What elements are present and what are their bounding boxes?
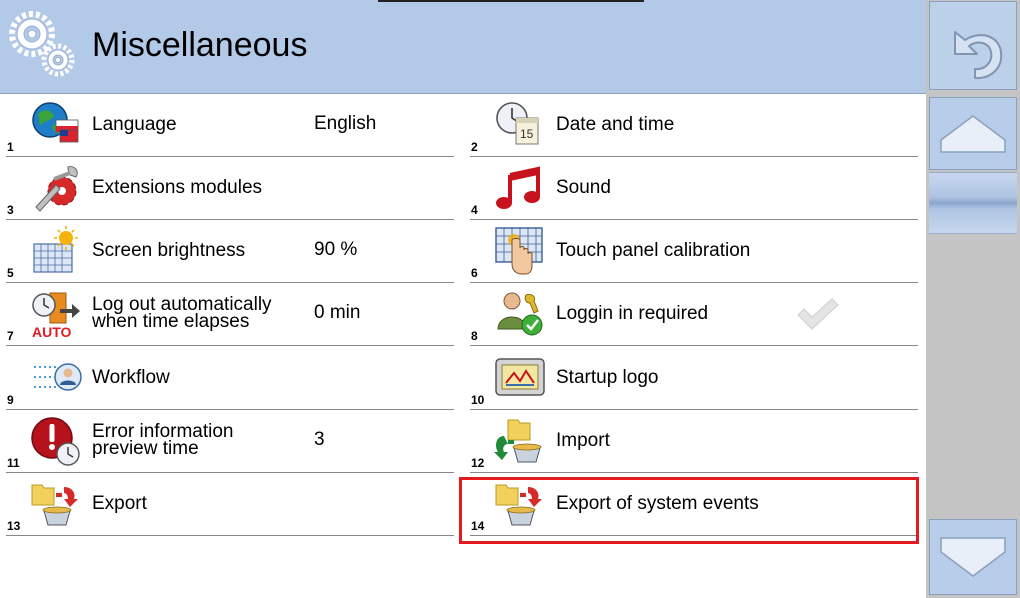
- item-number: 7: [7, 329, 14, 343]
- item-value: 90 %: [314, 239, 358, 260]
- menu-item-language[interactable]: 1 Language English: [6, 94, 454, 157]
- menu-item-touch-calibration[interactable]: 6 Touch panel calibration: [470, 220, 918, 283]
- menu-item-error-preview-time[interactable]: 11 Error information preview time 3: [6, 410, 454, 473]
- selection-highlight: [459, 477, 919, 544]
- item-number: 10: [471, 393, 485, 407]
- item-label: Log out automatically when time elapses: [92, 294, 272, 332]
- item-value: 0 min: [314, 302, 361, 323]
- auto-badge: AUTO: [32, 324, 72, 339]
- item-label: Extensions modules: [92, 176, 263, 198]
- item-label: Loggin in required: [556, 302, 709, 324]
- item-number: 6: [471, 266, 478, 280]
- item-number: 4: [471, 203, 478, 217]
- item-label: Export: [92, 492, 147, 514]
- menu-item-workflow[interactable]: 9 Workflow: [6, 347, 454, 410]
- checkmark-icon[interactable]: [796, 297, 840, 338]
- item-label: Error information preview time: [92, 421, 234, 459]
- menu-item-export[interactable]: 13 Export: [6, 473, 454, 536]
- menu-item-screen-brightness[interactable]: 5 Screen brightness 90 %: [6, 220, 454, 283]
- item-label: Touch panel calibration: [556, 239, 751, 261]
- item-number: 3: [7, 203, 14, 217]
- item-value: English: [314, 113, 377, 134]
- scroll-down-button[interactable]: [929, 519, 1017, 595]
- item-label: Import: [556, 429, 610, 451]
- item-label: Screen brightness: [92, 239, 246, 261]
- scroll-up-button[interactable]: [929, 97, 1017, 170]
- item-label: Startup logo: [556, 366, 659, 388]
- menu-item-date-and-time[interactable]: 2 15 Date and time: [470, 94, 918, 157]
- touch-hand-icon: [494, 226, 546, 276]
- menu-item-sound[interactable]: 4 Sound: [470, 157, 918, 220]
- divider: [6, 345, 454, 346]
- workflow-user-icon: [30, 353, 82, 403]
- user-check-icon: [494, 289, 546, 339]
- divider: [470, 345, 918, 346]
- import-folder-icon: [494, 416, 546, 466]
- item-label: Sound: [556, 176, 611, 198]
- item-label: Language: [92, 113, 177, 135]
- gears-icon: [8, 10, 78, 80]
- item-number: 5: [7, 266, 14, 280]
- arrow-up-icon: [940, 115, 1006, 153]
- header-bar: Miscellaneous: [0, 0, 926, 94]
- top-indicator-bar: [378, 0, 644, 2]
- menu-item-auto-logout[interactable]: 7 AUTO Log out automatically when time e…: [6, 283, 454, 346]
- item-number: 9: [7, 393, 14, 407]
- menu-item-startup-logo[interactable]: 10 Startup logo: [470, 347, 918, 410]
- item-number: 12: [471, 456, 485, 470]
- item-number: 1: [7, 140, 14, 154]
- menu-item-login-required[interactable]: 8 Loggin in required: [470, 283, 918, 346]
- divider: [6, 535, 454, 536]
- item-number: 8: [471, 329, 478, 343]
- item-number: 11: [7, 456, 20, 470]
- export-folder-icon: [30, 479, 82, 529]
- language-globe-icon: [30, 100, 82, 150]
- item-label: Date and time: [556, 113, 675, 135]
- arrow-down-icon: [940, 537, 1006, 577]
- back-button[interactable]: [929, 1, 1017, 90]
- auto-logout-icon: AUTO: [30, 289, 82, 340]
- item-number: 2: [471, 140, 478, 154]
- brightness-icon: [30, 226, 82, 276]
- startup-logo-icon: [494, 353, 546, 403]
- music-note-icon: [494, 163, 546, 213]
- item-label: Workflow: [92, 366, 170, 388]
- wrench-gear-icon: [30, 163, 82, 213]
- clock-calendar-icon: 15: [494, 100, 546, 150]
- menu-item-extensions-modules[interactable]: 3 Extensions modules: [6, 157, 454, 220]
- page-title: Miscellaneous: [92, 26, 308, 64]
- menu-item-import[interactable]: 12 Import: [470, 410, 918, 473]
- side-panel: [926, 0, 1020, 598]
- item-number: 13: [7, 519, 21, 533]
- error-clock-icon: [30, 416, 82, 466]
- item-value: 3: [314, 429, 325, 450]
- calendar-day: 15: [520, 127, 534, 141]
- scrollbar-thumb[interactable]: [929, 172, 1017, 234]
- undo-arrow-icon: [954, 31, 1003, 80]
